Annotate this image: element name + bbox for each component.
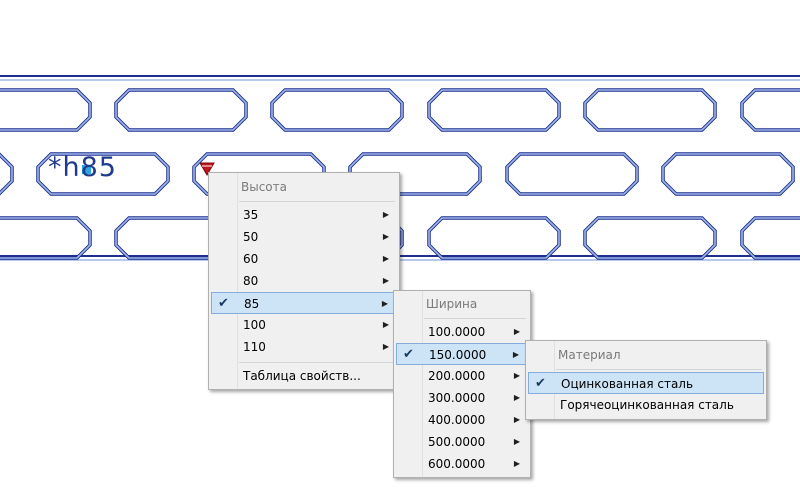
slot-outline: [584, 89, 716, 131]
menu-item-label: 100: [243, 318, 266, 332]
slot-outline: [427, 216, 561, 260]
menu-item-height-4[interactable]: ✔ 85 ▶: [211, 292, 397, 314]
menu-item-label: Оцинкованная сталь: [561, 377, 694, 391]
menu-item-width-3[interactable]: 300.0000 ▶: [396, 387, 528, 409]
chevron-right-icon: ▶: [382, 210, 389, 219]
menu-item-height-6[interactable]: 110 ▶: [211, 336, 397, 358]
menu-item-height-3[interactable]: 80 ▶: [211, 270, 397, 292]
menu-item-height-5[interactable]: 100 ▶: [211, 314, 397, 336]
slot-outline: [505, 152, 639, 196]
slot-outline: [584, 217, 716, 259]
menu-item-label: 150.0000: [429, 348, 487, 362]
checkmark-icon: ✔: [218, 296, 229, 311]
slot-outline: [428, 217, 560, 259]
slot-outline: [271, 89, 403, 131]
menu-separator: [239, 362, 395, 363]
menu-item-label: 600.0000: [428, 457, 486, 471]
menu-item-material-0[interactable]: ✔ Оцинкованная сталь: [528, 372, 764, 394]
dimension-label: *h85: [48, 152, 117, 183]
slot-outline: [428, 89, 560, 131]
menu-item-height-0[interactable]: 35 ▶: [211, 204, 397, 226]
menu-item-label: 35: [243, 208, 259, 222]
slot-outline: [0, 217, 91, 259]
chevron-right-icon: ▶: [513, 415, 520, 424]
menu-header-width: Ширина: [426, 297, 478, 311]
menu-item-label: 500.0000: [428, 435, 486, 449]
menu-header-material: Материал: [558, 348, 621, 362]
slot-outline: [427, 88, 561, 132]
checkmark-icon: ✔: [403, 347, 414, 362]
menu-item-width-4[interactable]: 400.0000 ▶: [396, 409, 528, 431]
menu-item-label: 100.0000: [428, 325, 486, 339]
menu-item-width-5[interactable]: 500.0000 ▶: [396, 431, 528, 453]
menu-separator: [239, 201, 395, 202]
menu-item-width-6[interactable]: 600.0000 ▶: [396, 453, 528, 475]
menu-item-property-table[interactable]: Таблица свойств...: [211, 365, 397, 387]
menu-item-label: 80: [243, 274, 259, 288]
slot-outline: [740, 216, 800, 260]
menu-item-label: 60: [243, 252, 259, 266]
menu-item-label: Таблица свойств...: [243, 369, 361, 383]
slot-outline: [0, 88, 92, 132]
chevron-right-icon: ▶: [513, 437, 520, 446]
menu-item-width-0[interactable]: 100.0000 ▶: [396, 321, 528, 343]
tray-outline: [0, 75, 800, 261]
slot-outline: [270, 88, 404, 132]
menu-item-label: 200.0000: [428, 369, 486, 383]
chevron-right-icon: ▶: [512, 350, 519, 359]
slot-outline: [114, 88, 248, 132]
menu-item-width-2[interactable]: 200.0000 ▶: [396, 365, 528, 387]
menu-item-label: 300.0000: [428, 391, 486, 405]
menu-item-height-2[interactable]: 60 ▶: [211, 248, 397, 270]
menu-item-height-1[interactable]: 50 ▶: [211, 226, 397, 248]
chevron-right-icon: ▶: [382, 254, 389, 263]
menu-item-label: 85: [244, 297, 260, 311]
chevron-right-icon: ▶: [382, 342, 389, 351]
menu-separator: [556, 369, 762, 370]
slot-outline: [0, 153, 13, 195]
slot-outline: [0, 216, 92, 260]
chevron-right-icon: ▶: [513, 371, 520, 380]
material-context-menu: Материал ✔ Оцинкованная сталь Горячеоцинко…: [525, 340, 767, 420]
menu-item-label: 50: [243, 230, 259, 244]
slot-pattern: [0, 88, 800, 260]
menu-item-width-1[interactable]: ✔ 150.0000 ▶: [396, 343, 528, 365]
menu-item-label: 400.0000: [428, 413, 486, 427]
menu-item-material-1[interactable]: Горячеоцинкованная сталь: [528, 394, 764, 416]
height-context-menu: Высота 35 ▶ 50 ▶ 60 ▶ 80 ▶ ✔ 85 ▶ 100 ▶ 110 ▶ Таблица …: [208, 172, 400, 390]
slot-outline: [583, 88, 717, 132]
chevron-right-icon: ▶: [513, 459, 520, 468]
slot-outline: [740, 88, 800, 132]
chevron-right-icon: ▶: [513, 327, 520, 336]
menu-item-label: Горячеоцинкованная сталь: [560, 398, 734, 412]
chevron-right-icon: ▶: [382, 320, 389, 329]
checkmark-icon: ✔: [535, 376, 546, 391]
slot-outline: [583, 216, 717, 260]
slot-outline: [115, 89, 247, 131]
slot-outline: [662, 153, 794, 195]
menu-separator: [424, 318, 526, 319]
slot-outline: [506, 153, 638, 195]
chevron-right-icon: ▶: [382, 276, 389, 285]
menu-header-height: Высота: [241, 180, 287, 194]
slot-outline: [661, 152, 795, 196]
slot-outline: [0, 89, 91, 131]
width-context-menu: Ширина 100.0000 ▶ ✔ 150.0000 ▶ 200.0000 ▶ 300.0…: [393, 290, 531, 478]
chevron-right-icon: ▶: [382, 232, 389, 241]
chevron-right-icon: ▶: [381, 299, 388, 308]
chevron-right-icon: ▶: [513, 393, 520, 402]
menu-item-label: 110: [243, 340, 266, 354]
